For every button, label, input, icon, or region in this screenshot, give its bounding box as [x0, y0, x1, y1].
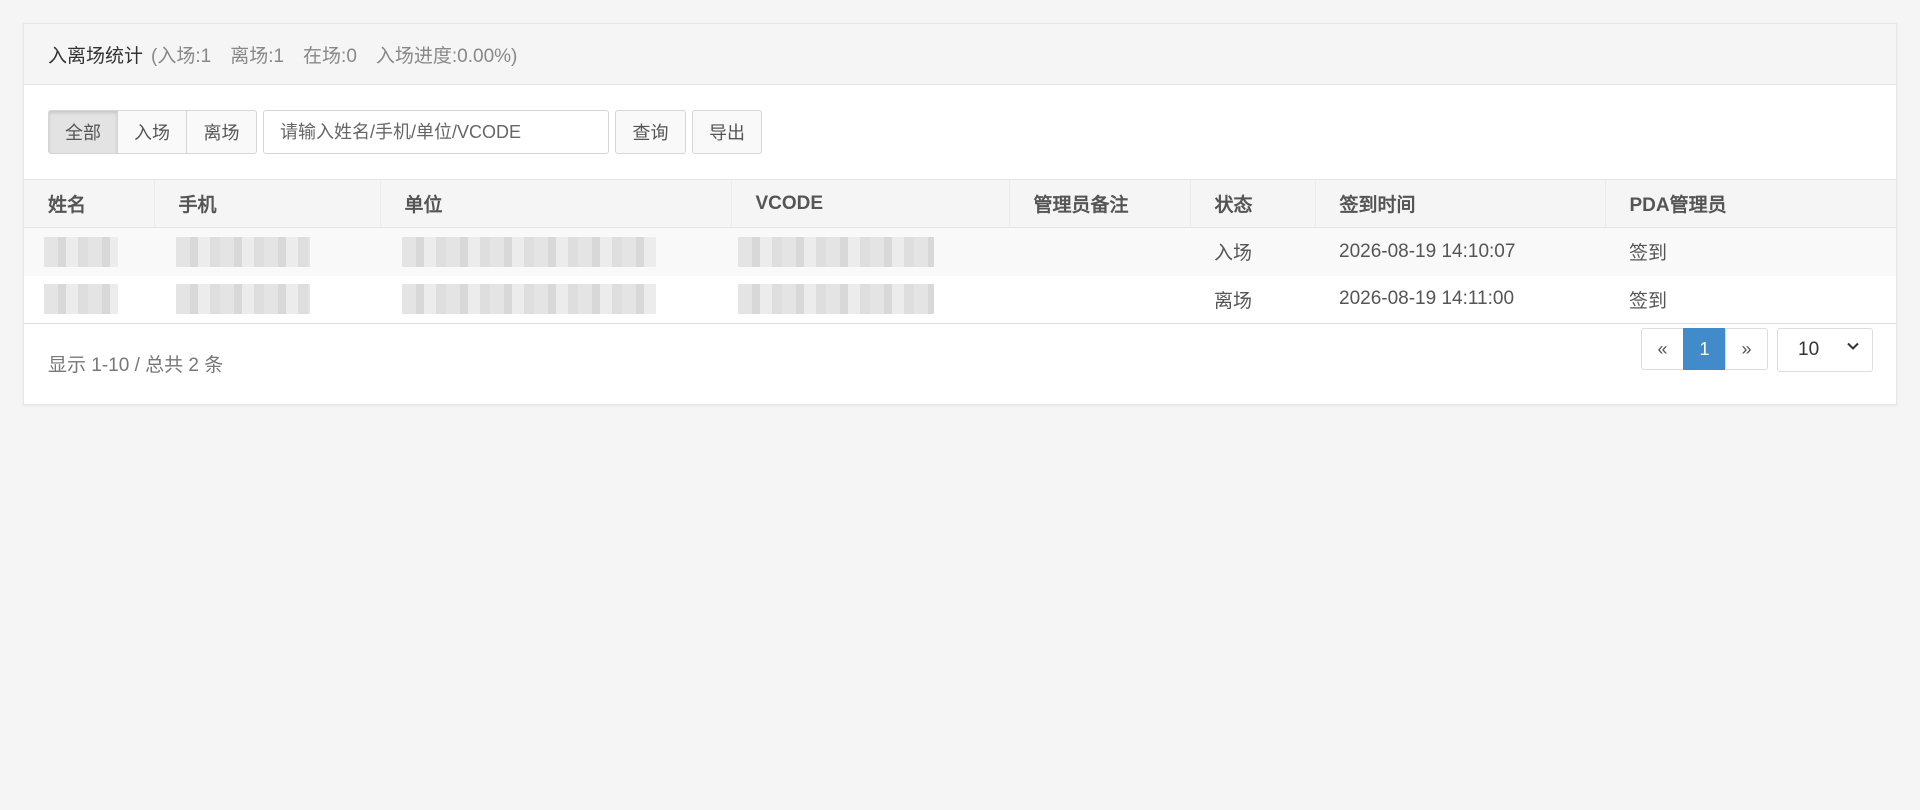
- panel-header: 入离场统计 (入场:1 离场:1 在场:0 入场进度:0.00%): [24, 24, 1896, 85]
- column-header-name[interactable]: 姓名: [24, 179, 155, 228]
- cell-admin-note: [1009, 275, 1190, 324]
- chevron-down-icon: [1847, 342, 1859, 350]
- pagination-info: 显示 1-10 / 总共 2 条: [48, 355, 224, 376]
- page-1-button[interactable]: 1: [1683, 328, 1726, 370]
- data-table: 姓名 手机 单位 VCODE 管理员备注 状态 签到时间 PDA管理员 入场 2…: [24, 179, 1896, 324]
- redacted-block: [738, 236, 934, 267]
- cell-checkin-time: 2026-08-19 14:10:07: [1339, 240, 1516, 262]
- page-size-select[interactable]: 10: [1777, 328, 1873, 372]
- cell-checkin-time: 2026-08-19 14:11:00: [1315, 275, 1605, 324]
- next-page-button[interactable]: »: [1725, 328, 1768, 370]
- filter-enter-button[interactable]: 入场: [117, 110, 187, 154]
- cell-admin-note: [1009, 228, 1190, 276]
- search-input[interactable]: [263, 110, 609, 154]
- filter-all-button[interactable]: 全部: [48, 110, 118, 154]
- cell-unit-masked: [380, 228, 731, 276]
- pagination: « 1 »: [1641, 328, 1768, 370]
- cell-vcode-masked: [731, 228, 1009, 276]
- column-header-pda-admin[interactable]: PDA管理员: [1605, 179, 1896, 228]
- redacted-block: [44, 236, 118, 267]
- filter-button-group: 全部 入场 离场: [48, 110, 257, 154]
- cell-name-masked: [24, 275, 154, 324]
- query-button[interactable]: 查询: [615, 110, 686, 154]
- export-button[interactable]: 导出: [692, 110, 762, 154]
- cell-name-masked: [24, 228, 154, 276]
- table-header-row: 姓名 手机 单位 VCODE 管理员备注 状态 签到时间 PDA管理员: [24, 179, 1896, 228]
- cell-status: 离场: [1190, 275, 1315, 324]
- prev-page-button[interactable]: «: [1641, 328, 1684, 370]
- column-header-vcode[interactable]: VCODE: [731, 179, 1010, 228]
- panel-summary: (入场:1 离场:1 在场:0 入场进度:0.00%): [151, 45, 518, 67]
- column-header-phone[interactable]: 手机: [154, 179, 381, 228]
- column-header-status[interactable]: 状态: [1190, 179, 1316, 228]
- redacted-block: [738, 284, 934, 315]
- table-footer: 显示 1-10 / 总共 2 条 « 1 » 10: [24, 324, 1896, 400]
- table-row[interactable]: 入场 2026-08-19 14:10:07 签到: [24, 227, 1896, 276]
- redacted-block: [176, 284, 310, 315]
- cell-vcode-masked: [731, 275, 1009, 324]
- page-size-value: 10: [1798, 339, 1820, 360]
- column-header-admin-note[interactable]: 管理员备注: [1009, 179, 1191, 228]
- redacted-block: [402, 284, 656, 315]
- column-header-checkin-time[interactable]: 签到时间: [1315, 179, 1606, 228]
- cell-status: 入场: [1214, 243, 1253, 265]
- column-header-unit[interactable]: 单位: [380, 179, 732, 228]
- table-row[interactable]: 离场 2026-08-19 14:11:00 签到: [24, 275, 1896, 324]
- cell-unit-masked: [380, 275, 731, 324]
- toolbar: 全部 入场 离场 查询 导出: [24, 85, 1896, 179]
- redacted-block: [176, 236, 310, 267]
- redacted-block: [44, 284, 118, 315]
- cell-phone-masked: [154, 275, 380, 324]
- cell-pda-admin: 签到: [1605, 275, 1896, 324]
- panel-title: 入离场统计: [48, 45, 144, 67]
- cell-pda-admin: 签到: [1629, 243, 1668, 265]
- redacted-block: [402, 236, 656, 267]
- stats-panel: 入离场统计 (入场:1 离场:1 在场:0 入场进度:0.00%) 全部 入场 …: [23, 23, 1897, 405]
- cell-phone-masked: [154, 228, 380, 276]
- filter-leave-button[interactable]: 离场: [186, 110, 257, 154]
